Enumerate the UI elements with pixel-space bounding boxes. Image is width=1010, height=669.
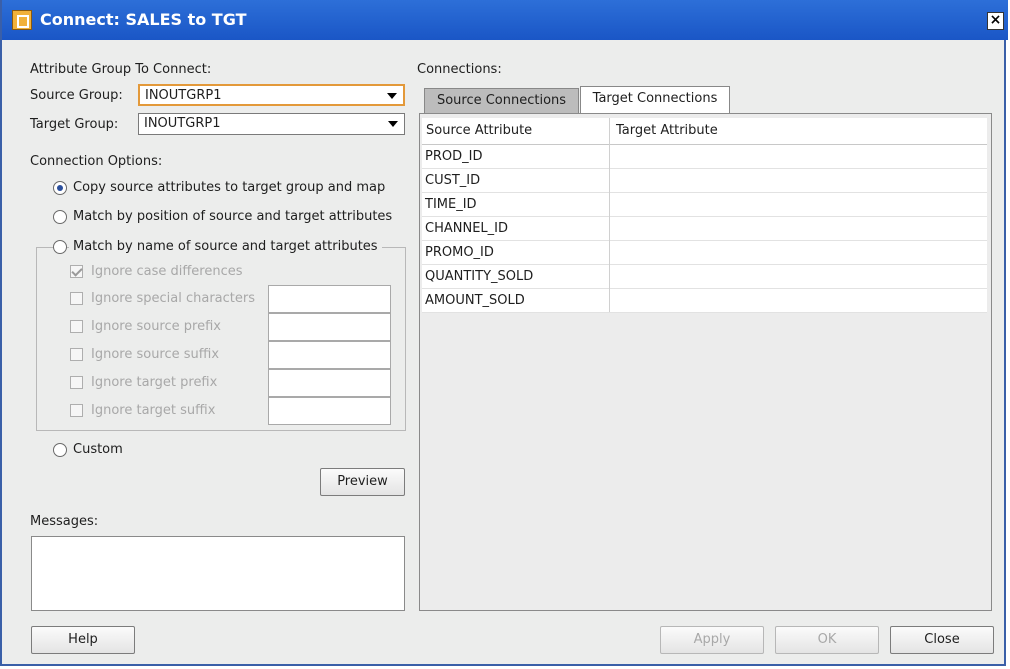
ignore-target-suffix-label: Ignore target suffix	[91, 403, 216, 418]
table-row[interactable]: CHANNEL_ID	[422, 217, 987, 241]
source-attribute-cell: QUANTITY_SOLD	[425, 269, 534, 284]
connection-options-heading: Connection Options:	[30, 154, 163, 169]
source-attribute-cell: TIME_ID	[425, 197, 477, 212]
column-divider	[609, 118, 610, 312]
table-header: Source Attribute Target Attribute	[422, 118, 987, 145]
source-suffix-field	[268, 341, 391, 369]
close-icon[interactable]: ×	[987, 12, 1004, 30]
ignore-target-prefix-checkbox	[70, 376, 83, 389]
close-button[interactable]: Close	[890, 626, 994, 654]
match-position-label[interactable]: Match by position of source and target a…	[73, 209, 392, 225]
copy-attributes-radio[interactable]	[53, 181, 67, 195]
target-prefix-field	[268, 369, 391, 397]
source-prefix-field	[268, 313, 391, 341]
preview-button[interactable]: Preview	[320, 468, 405, 496]
tab-source-connections[interactable]: Source Connections	[424, 88, 579, 113]
target-suffix-field	[268, 397, 391, 425]
source-attribute-cell: CHANNEL_ID	[425, 221, 508, 236]
table-row[interactable]: PROMO_ID	[422, 241, 987, 265]
ignore-special-label: Ignore special characters	[91, 291, 255, 306]
target-group-value: INOUTGRP1	[144, 116, 221, 131]
connect-dialog: Connect: SALES to TGT × Attribute Group …	[0, 0, 1008, 666]
title-bar[interactable]: Connect: SALES to TGT ×	[2, 0, 1008, 40]
table-row[interactable]: QUANTITY_SOLD	[422, 265, 987, 289]
ignore-source-prefix-checkbox	[70, 320, 83, 333]
ignore-target-prefix-label: Ignore target prefix	[91, 375, 218, 390]
apply-button[interactable]: Apply	[660, 626, 764, 654]
source-group-value: INOUTGRP1	[145, 88, 222, 103]
messages-heading: Messages:	[30, 514, 99, 529]
tab-target-connections[interactable]: Target Connections	[580, 86, 730, 113]
custom-label[interactable]: Custom	[73, 442, 123, 458]
ignore-special-field	[268, 285, 391, 313]
ignore-target-suffix-checkbox	[70, 404, 83, 417]
table-row[interactable]: CUST_ID	[422, 169, 987, 193]
ignore-case-checkbox	[70, 265, 83, 278]
help-button[interactable]: Help	[31, 626, 135, 654]
window-title: Connect: SALES to TGT	[40, 10, 247, 29]
ignore-case-label: Ignore case differences	[91, 264, 243, 279]
source-group-label: Source Group:	[30, 88, 123, 103]
source-group-dropdown[interactable]: INOUTGRP1	[138, 84, 405, 106]
ignore-special-checkbox	[70, 292, 83, 305]
table-row[interactable]: AMOUNT_SOLD	[422, 289, 987, 313]
copy-attributes-label[interactable]: Copy source attributes to target group a…	[73, 180, 385, 196]
source-attribute-cell: CUST_ID	[425, 173, 481, 188]
target-group-label: Target Group:	[30, 117, 119, 132]
ignore-source-suffix-label: Ignore source suffix	[91, 347, 220, 362]
table-row[interactable]: TIME_ID	[422, 193, 987, 217]
ok-button[interactable]: OK	[775, 626, 879, 654]
custom-radio[interactable]	[53, 443, 67, 457]
connections-heading: Connections:	[417, 62, 502, 77]
match-position-radio[interactable]	[53, 210, 67, 224]
column-header-target[interactable]: Target Attribute	[616, 123, 718, 138]
attribute-group-heading: Attribute Group To Connect:	[30, 62, 212, 77]
ignore-source-suffix-checkbox	[70, 348, 83, 361]
column-header-source[interactable]: Source Attribute	[426, 123, 532, 138]
chevron-down-icon	[388, 121, 398, 127]
source-attribute-cell: AMOUNT_SOLD	[425, 293, 525, 308]
source-attribute-cell: PROMO_ID	[425, 245, 494, 260]
source-attribute-cell: PROD_ID	[425, 149, 483, 164]
match-name-label[interactable]: Match by name of source and target attri…	[69, 239, 382, 255]
ignore-source-prefix-label: Ignore source prefix	[91, 319, 221, 334]
app-icon	[12, 10, 32, 30]
match-name-radio[interactable]	[53, 240, 67, 254]
messages-area[interactable]	[31, 536, 405, 611]
connections-table: Source Attribute Target Attribute PROD_I…	[419, 113, 992, 611]
chevron-down-icon	[387, 93, 397, 99]
table-row[interactable]: PROD_ID	[422, 145, 987, 169]
target-group-dropdown[interactable]: INOUTGRP1	[138, 113, 405, 135]
